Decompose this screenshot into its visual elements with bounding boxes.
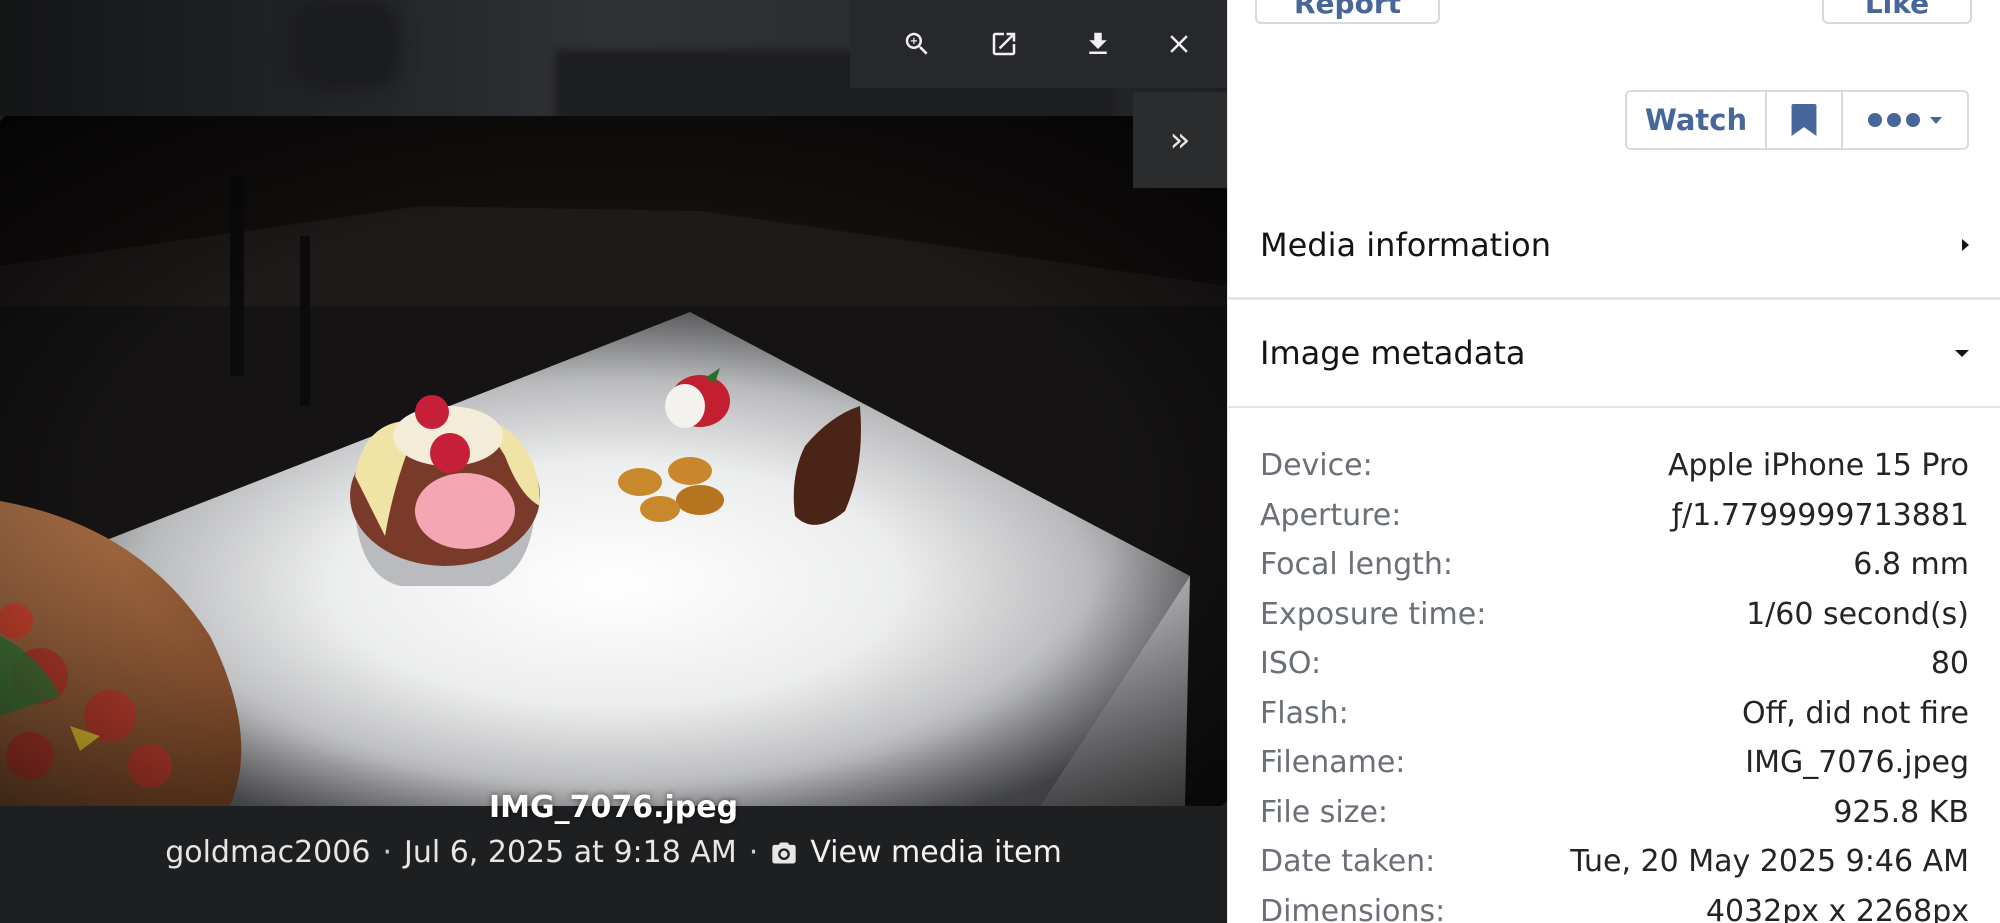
- zoom-in-icon: [905, 32, 928, 55]
- metadata-key: Exposure time:: [1260, 596, 1487, 632]
- metadata-list: Device: Apple iPhone 15 Pro Aperture: ƒ/…: [1260, 441, 1969, 923]
- metadata-key: Flash:: [1260, 695, 1349, 731]
- close-icon: [1170, 35, 1188, 53]
- chevron-double-right-icon: »: [1169, 120, 1191, 160]
- media-side-panel: Report Like Watch Media information Imag…: [1227, 0, 2000, 923]
- metadata-key: Focal length:: [1260, 547, 1454, 583]
- actions-button-group: Watch: [1625, 90, 1969, 150]
- like-button-label: Like: [1864, 0, 1930, 20]
- media-information-section[interactable]: Media information: [1228, 192, 2000, 300]
- metadata-key: File size:: [1260, 794, 1389, 830]
- caret-down-icon: [1955, 349, 1969, 357]
- zoom-button[interactable]: [895, 22, 939, 66]
- metadata-value: 80: [1930, 646, 1969, 682]
- metadata-row-filename: Filename: IMG_7076.jpeg: [1260, 738, 1969, 788]
- bookmark-icon: [1791, 104, 1817, 136]
- metadata-value: 6.8 mm: [1853, 547, 1969, 583]
- view-media-item-link[interactable]: View media item: [810, 835, 1061, 870]
- download-button[interactable]: [1076, 22, 1120, 66]
- author-name[interactable]: goldmac2006: [165, 835, 370, 870]
- metadata-value: Apple iPhone 15 Pro: [1667, 448, 1969, 484]
- metadata-row-exposure-time: Exposure time: 1/60 second(s): [1260, 590, 1969, 640]
- metadata-value: IMG_7076.jpeg: [1745, 745, 1969, 781]
- media-information-heading: Media information: [1260, 225, 1551, 264]
- metadata-value: ƒ/1.7799999713881: [1671, 497, 1969, 533]
- metadata-value: Off, did not fire: [1741, 695, 1969, 731]
- report-button[interactable]: Report: [1255, 0, 1440, 24]
- lightbox: » IMG_7076.jpeg goldmac2006 · Jul 6, 202…: [0, 0, 1227, 923]
- caret-down-icon: [1930, 116, 1942, 124]
- metadata-key: Aperture:: [1260, 497, 1402, 533]
- open-in-new-icon: [992, 32, 1016, 56]
- close-button[interactable]: [1157, 22, 1201, 66]
- metadata-row-device: Device: Apple iPhone 15 Pro: [1260, 441, 1969, 491]
- upload-date: Jul 6, 2025 at 9:18 AM: [403, 835, 737, 870]
- download-icon: [1089, 32, 1107, 54]
- image-metadata-heading: Image metadata: [1260, 334, 1526, 372]
- collapse-panel-button[interactable]: »: [1133, 92, 1227, 188]
- photo-image: [0, 116, 1227, 806]
- metadata-key: Device:: [1260, 448, 1373, 484]
- image-metadata-section[interactable]: Image metadata: [1228, 300, 2000, 408]
- lightbox-toolbar: [850, 0, 1227, 88]
- report-button-label: Report: [1293, 0, 1402, 20]
- metadata-value: 925.8 KB: [1833, 794, 1969, 830]
- ellipsis-icon: [1868, 113, 1920, 127]
- open-new-window-button[interactable]: [982, 22, 1026, 66]
- metadata-row-focal-length: Focal length: 6.8 mm: [1260, 540, 1969, 590]
- caption-meta: goldmac2006 · Jul 6, 2025 at 9:18 AM · V…: [0, 835, 1227, 870]
- like-button[interactable]: Like: [1822, 0, 1972, 24]
- metadata-value: 4032px x 2268px: [1705, 893, 1969, 923]
- metadata-row-date-taken: Date taken: Tue, 20 May 2025 9:46 AM: [1260, 837, 1969, 887]
- metadata-key: Dimensions:: [1260, 893, 1446, 923]
- bookmark-button[interactable]: [1765, 92, 1841, 148]
- metadata-value: Tue, 20 May 2025 9:46 AM: [1570, 844, 1969, 880]
- metadata-key: Date taken:: [1260, 844, 1436, 880]
- camera-icon: [770, 839, 798, 867]
- separator: ·: [382, 835, 392, 870]
- watch-button[interactable]: Watch: [1627, 92, 1765, 148]
- metadata-value: 1/60 second(s): [1746, 596, 1969, 632]
- metadata-row-file-size: File size: 925.8 KB: [1260, 788, 1969, 838]
- caption-title: IMG_7076.jpeg: [488, 790, 739, 825]
- metadata-key: ISO:: [1260, 646, 1322, 682]
- metadata-row-aperture: Aperture: ƒ/1.7799999713881: [1260, 491, 1969, 541]
- caret-right-icon: [1962, 238, 1969, 251]
- separator: ·: [748, 835, 759, 870]
- image-caption: IMG_7076.jpeg goldmac2006 · Jul 6, 2025 …: [0, 790, 1227, 870]
- metadata-row-flash: Flash: Off, did not fire: [1260, 689, 1969, 739]
- more-options-button[interactable]: [1841, 92, 1967, 148]
- metadata-row-dimensions: Dimensions: 4032px x 2268px: [1260, 887, 1969, 923]
- metadata-row-iso: ISO: 80: [1260, 639, 1969, 689]
- metadata-key: Filename:: [1260, 745, 1406, 781]
